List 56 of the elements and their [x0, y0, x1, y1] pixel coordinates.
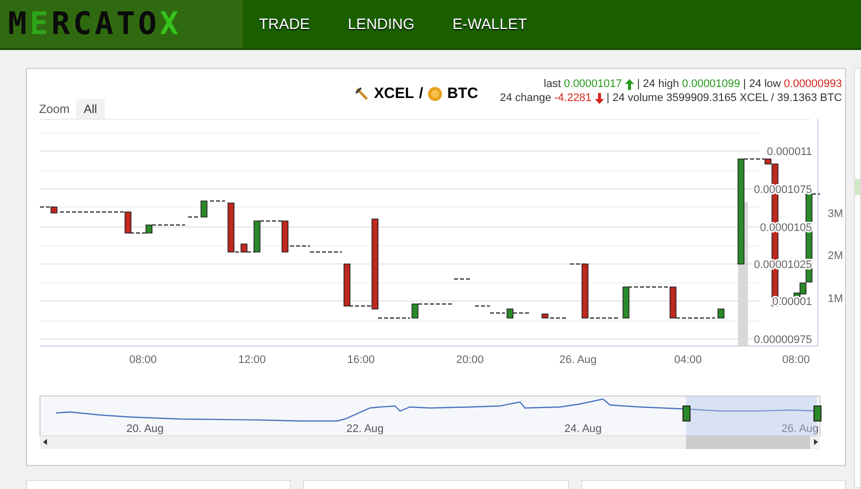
time-axis-label: 04:00 — [674, 354, 702, 366]
coin-icon — [428, 86, 442, 100]
zoom-label: Zoom — [39, 102, 70, 116]
navigator-date-label: 20. Aug — [126, 423, 164, 435]
stat-text: | 24 high — [637, 77, 680, 91]
candle — [254, 220, 260, 252]
candle — [124, 212, 132, 234]
navigator-date-label: 22. Aug — [346, 423, 384, 435]
time-axis-label: 12:00 — [238, 354, 266, 366]
time-axis-label: 08:00 — [129, 354, 157, 366]
quote-currency: BTC — [447, 85, 478, 102]
stat-value: 0.00001099 — [682, 77, 740, 91]
volume-axis-label: 3M — [828, 208, 843, 220]
time-axis-label: 08:00 — [782, 354, 810, 366]
candle — [582, 264, 588, 318]
navigator-date-label: 24. Aug — [564, 423, 602, 435]
stat-text: last — [544, 77, 561, 91]
stat-value: 0.00001017 — [564, 77, 622, 91]
pickaxe-icon — [355, 86, 370, 100]
candle — [200, 200, 208, 218]
navigator-handle[interactable] — [814, 406, 822, 422]
nav-link[interactable]: LENDING — [348, 0, 415, 48]
candle — [50, 206, 58, 214]
scroll-left-icon[interactable] — [43, 439, 47, 445]
candle — [718, 308, 724, 318]
volume-axis-label: 2M — [828, 250, 843, 262]
time-axis-label: 20:00 — [456, 354, 484, 366]
nav-link[interactable]: TRADE — [259, 0, 310, 48]
price-axis-label: 0.00000975 — [754, 334, 812, 346]
candle — [228, 202, 234, 252]
volume-axis-label: 1M — [828, 293, 843, 305]
navigator-handle[interactable] — [682, 406, 690, 422]
nav-link[interactable]: E-WALLET — [452, 0, 527, 48]
candle — [412, 304, 418, 318]
stat-value: -4.2281 — [554, 91, 592, 105]
stat-text: | 24 volume 3599909.3165 XCEL / 39.1363 BTC — [606, 91, 842, 105]
candle — [670, 286, 676, 318]
navigator-date-label: 26. Aug — [781, 423, 819, 435]
candle — [146, 224, 152, 234]
candle — [240, 244, 248, 252]
candle — [282, 220, 288, 252]
scrollbar-thumb[interactable] — [686, 436, 810, 449]
base-currency: XCEL — [374, 85, 414, 102]
pair-separator: / — [419, 85, 424, 102]
price-axis-label: 0.000011 — [766, 146, 812, 158]
stat-text: | 24 low — [743, 77, 781, 91]
candle — [622, 286, 630, 318]
stat-value: 0.00000993 — [784, 77, 842, 91]
candle — [542, 314, 548, 318]
zoom-button[interactable]: All — [76, 99, 106, 119]
candle — [344, 264, 350, 306]
time-axis-label: 26. Aug — [559, 354, 597, 366]
scroll-right-icon[interactable] — [814, 439, 818, 445]
stat-text: 24 change — [500, 91, 552, 105]
time-axis-label: 16:00 — [347, 354, 375, 366]
candle — [506, 308, 514, 318]
